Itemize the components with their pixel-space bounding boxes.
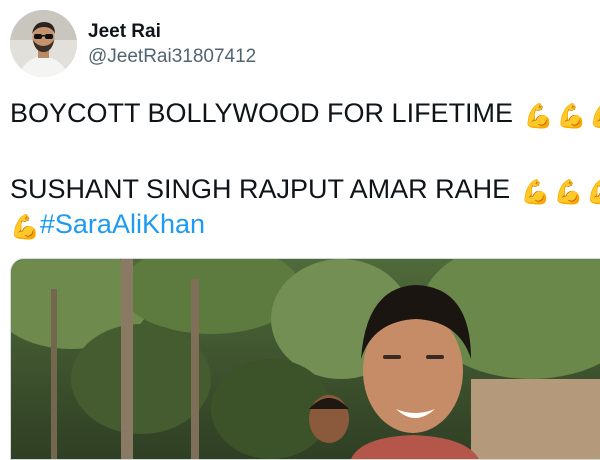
tweet-text-boycott: BOYCOTT BOLLYWOOD FOR LIFETIME: [10, 98, 514, 128]
tweet-media-image[interactable]: [10, 258, 600, 460]
avatar-photo: [10, 10, 77, 77]
flexed-biceps-icon: 💪: [10, 214, 40, 241]
flexed-biceps-icon: 💪: [586, 176, 600, 210]
flexed-biceps-icon: 💪: [589, 100, 600, 134]
user-handle[interactable]: @JeetRai31807412: [88, 46, 256, 68]
flexed-biceps-icon: 💪: [553, 179, 584, 206]
flexed-biceps-icon: 💪: [556, 103, 587, 130]
hashtag-link[interactable]: #SaraAliKhan: [40, 209, 205, 239]
flexed-biceps-icon: 💪: [520, 179, 551, 206]
tweet-text-line-2: SUSHANT SINGH RAJPUT AMAR RAHE 💪💪💪: [10, 172, 600, 210]
tweet-text-line-3: 💪#SaraAliKhan: [10, 207, 205, 245]
flexed-biceps-icon: 💪: [523, 103, 554, 130]
avatar[interactable]: [10, 10, 77, 77]
media-photo: [11, 259, 600, 459]
tweet-text-line-1: BOYCOTT BOLLYWOOD FOR LIFETIME 💪💪💪: [10, 96, 600, 134]
tweet-text-amar-rahe: SUSHANT SINGH RAJPUT AMAR RAHE: [10, 174, 511, 204]
display-name[interactable]: Jeet Rai: [88, 21, 161, 43]
